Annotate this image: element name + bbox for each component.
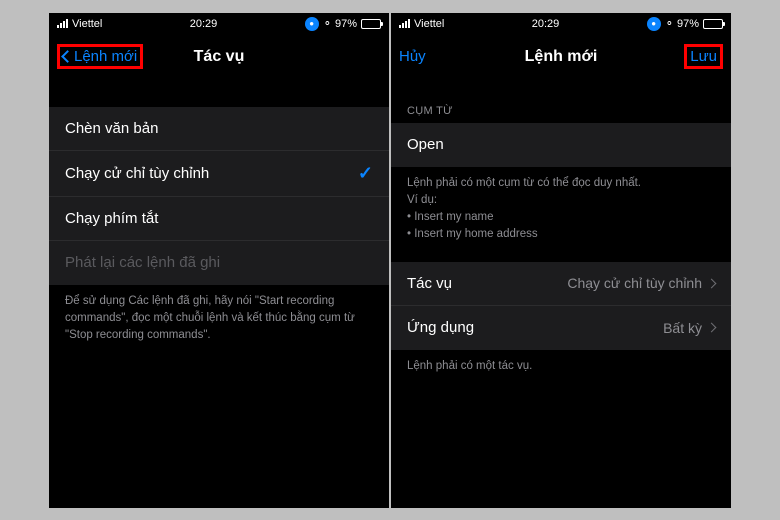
section-footer: Lệnh phải có một tác vụ.: [391, 350, 731, 383]
save-button[interactable]: Lưu: [690, 48, 717, 65]
recording-indicator-icon: ●: [305, 17, 319, 31]
battery-percent: ⚬ 97%: [665, 17, 699, 30]
phone-right: Viettel 20:29 ● ⚬ 97% Hủy Lệnh mới Lưu C…: [391, 13, 731, 508]
battery-icon: [703, 19, 723, 29]
chevron-left-icon: [61, 50, 74, 63]
carrier-label: Viettel: [72, 18, 102, 30]
row-label: Chạy phím tắt: [65, 210, 158, 227]
phone-left: Viettel 20:29 ● ⚬ 97% Lệnh mới Tác vụ Ch…: [49, 13, 389, 508]
chevron-right-icon: [707, 323, 717, 333]
row-phrase[interactable]: Open: [391, 123, 731, 167]
clock: 20:29: [190, 18, 218, 30]
row-replay-recorded: Phát lại các lệnh đã ghi: [49, 241, 389, 285]
signal-icon: [57, 19, 68, 28]
battery-icon: [361, 19, 381, 29]
carrier-label: Viettel: [414, 18, 444, 30]
row-label: Tác vụ: [407, 275, 452, 292]
row-custom-gesture[interactable]: Chạy cử chỉ tùy chỉnh ✓: [49, 151, 389, 197]
row-shortcut[interactable]: Chạy phím tắt: [49, 197, 389, 241]
highlight-save: Lưu: [684, 44, 723, 69]
section-header-phrase: CỤM TỪ: [391, 99, 731, 123]
row-label: Chèn văn bản: [65, 120, 158, 137]
recording-indicator-icon: ●: [647, 17, 661, 31]
signal-icon: [399, 19, 410, 28]
back-button[interactable]: Lệnh mới: [74, 48, 137, 65]
phrase-footer: Lệnh phải có một cụm từ có thể đọc duy n…: [391, 167, 731, 252]
row-action[interactable]: Tác vụ Chạy cử chỉ tùy chỉnh: [391, 262, 731, 306]
row-value: Bất kỳ: [663, 320, 702, 336]
status-bar: Viettel 20:29 ● ⚬ 97%: [391, 13, 731, 35]
chevron-right-icon: [707, 278, 717, 288]
highlight-back: Lệnh mới: [57, 44, 143, 69]
row-label: Ứng dụng: [407, 319, 474, 336]
nav-bar: Lệnh mới Tác vụ: [49, 35, 389, 79]
clock: 20:29: [532, 18, 560, 30]
row-insert-text[interactable]: Chèn văn bản: [49, 107, 389, 151]
cancel-button[interactable]: Hủy: [399, 48, 426, 65]
page-title: Lệnh mới: [391, 48, 731, 66]
row-label: Phát lại các lệnh đã ghi: [65, 254, 220, 271]
battery-percent: ⚬ 97%: [323, 17, 357, 30]
row-value: Chạy cử chỉ tùy chỉnh: [567, 275, 702, 291]
row-label: Chạy cử chỉ tùy chỉnh: [65, 165, 209, 182]
phrase-value: Open: [407, 136, 444, 153]
checkmark-icon: ✓: [358, 163, 373, 184]
list-footer: Để sử dụng Các lệnh đã ghi, hãy nói "Sta…: [49, 285, 389, 353]
row-application[interactable]: Ứng dụng Bất kỳ: [391, 306, 731, 350]
status-bar: Viettel 20:29 ● ⚬ 97%: [49, 13, 389, 35]
action-list: Chèn văn bản Chạy cử chỉ tùy chỉnh ✓ Chạ…: [49, 107, 389, 285]
nav-bar: Hủy Lệnh mới Lưu: [391, 35, 731, 79]
